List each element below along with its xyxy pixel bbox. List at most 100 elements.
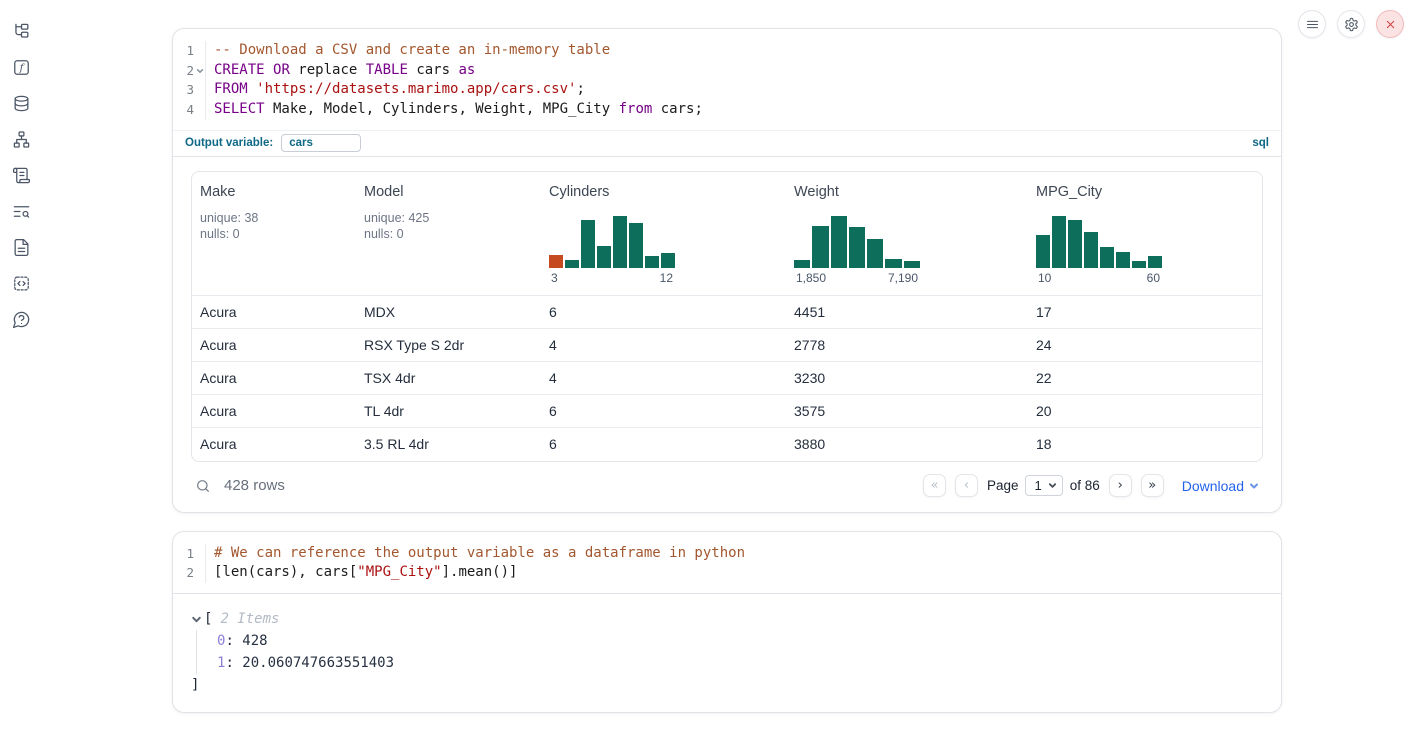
histogram-bar[interactable] [867,239,883,268]
documentation-icon[interactable] [10,237,32,257]
histogram-bar[interactable] [549,255,563,268]
tree-entry: 1: 20.060747663551403 [217,652,1263,674]
shutdown-close-icon[interactable] [1376,10,1404,38]
unique-count: unique: 425 [364,210,533,227]
python-editor[interactable]: 12 # We can reference the output variabl… [173,532,1281,594]
histogram-bar[interactable] [885,259,901,268]
tree-collapse-chevron-icon[interactable] [191,614,202,625]
sql-output-area: Makeunique: 38nulls: 0Modelunique: 425nu… [173,157,1281,512]
gutter-row: 3 [173,80,205,100]
histogram-bar[interactable] [1084,232,1098,268]
last-page-icon[interactable]: » [1141,474,1164,497]
file-explorer-icon[interactable] [10,21,32,41]
table-cell: Acura [192,304,356,320]
histogram-bar[interactable] [1068,220,1082,268]
null-count: nulls: 0 [364,226,533,243]
download-button[interactable]: Download [1182,478,1259,494]
output-variable-input[interactable] [281,134,361,152]
histogram-bar[interactable] [645,256,659,268]
dependency-graph-icon[interactable] [10,129,32,149]
sql-editor-gutter: 1234 [173,41,206,120]
sql-code-editor[interactable]: -- Download a CSV and create an in-memor… [206,41,1281,120]
tree-open-bracket: [ [204,608,212,630]
notebook-main: 1234 -- Download a CSV and create an in-… [172,28,1282,713]
language-badge: sql [1252,137,1269,149]
gutter-row: 1 [173,41,205,61]
column-header-weight[interactable]: Weight1,8507,190 [786,172,1028,295]
tree-entry-colon: : [225,655,242,671]
histogram-bar[interactable] [1036,235,1050,268]
histogram-bar[interactable] [565,260,579,268]
first-page-icon[interactable]: « [923,474,946,497]
histogram-bar[interactable] [1148,256,1162,268]
table-row: Acura3.5 RL 4dr6388018 [192,428,1262,461]
table-of-contents-search-icon[interactable] [10,201,32,221]
code-token: FROM [214,81,248,97]
histogram-bar[interactable] [629,223,643,268]
datasources-icon[interactable] [10,93,32,113]
histogram-bar[interactable] [849,227,865,268]
snippets-icon[interactable] [10,273,32,293]
next-page-icon[interactable]: › [1109,474,1132,497]
column-header-make[interactable]: Makeunique: 38nulls: 0 [192,172,356,295]
code-token: ; [576,81,584,97]
page-select[interactable]: 1 [1025,475,1062,496]
code-token: SELECT [214,101,265,117]
column-header-cylinders[interactable]: Cylinders312 [541,172,786,295]
help-chat-icon[interactable] [10,309,32,329]
axis-min-label: 10 [1038,271,1051,285]
fold-chevron-icon[interactable] [194,67,205,75]
column-histogram: 1060 [1036,216,1162,285]
search-icon[interactable] [195,478,211,494]
hamburger-menu-icon[interactable] [1298,10,1326,38]
histogram-axis-labels: 312 [549,271,675,285]
table-row: AcuraMDX6445117 [192,296,1262,329]
code-token: "MPG_City" [357,564,441,580]
histogram-bar[interactable] [904,261,920,268]
row-count: 428 rows [224,477,285,494]
histogram-bar[interactable] [661,253,675,268]
histogram-bar[interactable] [613,216,627,268]
python-code-editor[interactable]: # We can reference the output variable a… [206,544,1281,583]
prev-page-icon[interactable]: ‹ [955,474,978,497]
histogram-bar[interactable] [794,260,810,268]
histogram-bar[interactable] [581,220,595,268]
histogram-bars [549,216,675,268]
histogram-bar[interactable] [1132,261,1146,268]
settings-gear-icon[interactable] [1337,10,1365,38]
table-cell: MDX [356,304,541,320]
line-number: 1 [173,544,194,564]
code-line: FROM 'https://datasets.marimo.app/cars.c… [214,80,1281,100]
table-cell: 6 [541,304,786,320]
column-name: Weight [794,184,1020,200]
gutter-row: 1 [173,544,205,564]
output-variable-label: Output variable: [185,137,273,149]
histogram-bar[interactable] [1116,252,1130,268]
histogram-bar[interactable] [831,216,847,268]
histogram-bar[interactable] [1052,216,1066,268]
table-cell: 3880 [786,436,1028,452]
sql-editor[interactable]: 1234 -- Download a CSV and create an in-… [173,29,1281,130]
column-header-mpg_city[interactable]: MPG_City1060 [1028,172,1262,295]
tree-head: [ 2 Items [191,608,1263,630]
table-cell: 6 [541,403,786,419]
output-variable-bar: Output variable: sql [173,130,1281,157]
tree-items-count: 2 Items [220,608,279,630]
code-line: -- Download a CSV and create an in-memor… [214,41,1281,61]
table-cell: Acura [192,370,356,386]
histogram-bar[interactable] [1100,247,1114,268]
tree-entry-value: 428 [242,633,267,649]
gutter-row: 2 [173,61,205,81]
code-token: OR [273,62,290,78]
axis-min-label: 3 [551,271,558,285]
histogram-bar[interactable] [597,246,611,268]
scratchpad-icon[interactable] [10,165,32,185]
table-cell: TL 4dr [356,403,541,419]
histogram-bar[interactable] [812,226,828,268]
column-header-model[interactable]: Modelunique: 425nulls: 0 [356,172,541,295]
gutter-row: 2 [173,563,205,583]
table-cell: 3.5 RL 4dr [356,436,541,452]
code-token [265,62,273,78]
line-number: 4 [173,100,194,120]
variables-icon[interactable]: f [10,57,32,77]
